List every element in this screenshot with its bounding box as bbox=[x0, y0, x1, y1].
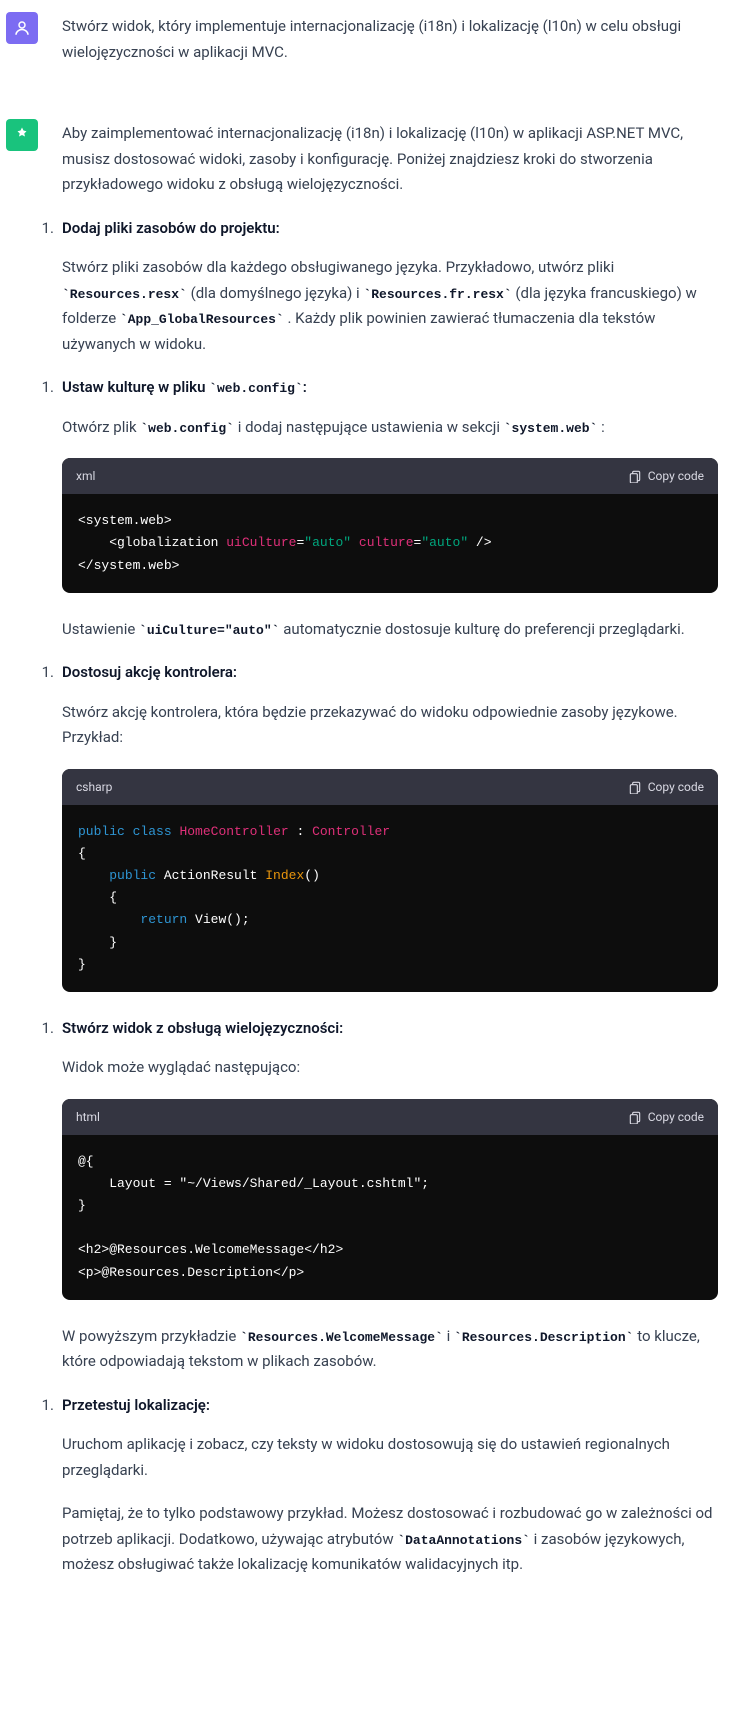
outro: Pamiętaj, że to tylko podstawowy przykła… bbox=[62, 1501, 718, 1578]
code-block-html: html Copy code @{ Layout = "~/Views/Shar… bbox=[62, 1099, 718, 1300]
clipboard-icon bbox=[628, 780, 642, 794]
step1-title: Dodaj pliki zasobów do projektu: bbox=[62, 219, 280, 237]
assistant-message: Aby zaimplementować internacjonalizację … bbox=[0, 107, 730, 1608]
bot-icon bbox=[13, 126, 31, 144]
copy-code-button[interactable]: Copy code bbox=[628, 466, 704, 486]
step2-text: Otwórz plik `web.config` i dodaj następu… bbox=[62, 415, 718, 441]
code-content: <system.web> <globalization uiCulture="a… bbox=[62, 494, 718, 592]
code-header: html Copy code bbox=[62, 1099, 718, 1135]
inline-code: `web.config` bbox=[140, 421, 234, 436]
person-icon bbox=[13, 19, 31, 37]
step4-text: Widok może wyglądać następująco: bbox=[62, 1055, 718, 1081]
assistant-body: Aby zaimplementować internacjonalizację … bbox=[62, 119, 718, 1596]
inline-code: `Resources.resx` bbox=[62, 287, 187, 302]
step5-title: Przetestuj lokalizację: bbox=[62, 1396, 210, 1414]
step2-title: Ustaw kulturę w pliku `web.config`: bbox=[62, 378, 307, 396]
clipboard-icon bbox=[628, 469, 642, 483]
user-avatar bbox=[6, 12, 38, 44]
user-message: Stwórz widok, który implementuje interna… bbox=[0, 0, 730, 77]
step5-heading: 1. Przetestuj lokalizację: bbox=[62, 1393, 718, 1419]
code-lang: html bbox=[76, 1107, 100, 1127]
code-lang: csharp bbox=[76, 777, 112, 797]
step4-title: Stwórz widok z obsługą wielojęzyczności: bbox=[62, 1019, 343, 1037]
inline-code: `DataAnnotations` bbox=[397, 1533, 530, 1548]
inline-code: `system.web` bbox=[504, 421, 598, 436]
assistant-avatar bbox=[6, 119, 38, 151]
user-text: Stwórz widok, który implementuje interna… bbox=[62, 12, 718, 65]
code-header: csharp Copy code bbox=[62, 769, 718, 805]
step3-heading: 1. Dostosuj akcję kontrolera: bbox=[62, 660, 718, 686]
clipboard-icon bbox=[628, 1110, 642, 1124]
inline-code: `Resources.WelcomeMessage` bbox=[240, 1330, 443, 1345]
code-content: public class HomeController : Controller… bbox=[62, 805, 718, 992]
step1-text: Stwórz pliki zasobów dla każdego obsługi… bbox=[62, 255, 718, 357]
code-content: @{ Layout = "~/Views/Shared/_Layout.csht… bbox=[62, 1135, 718, 1300]
inline-code: `uiCulture="auto"` bbox=[139, 623, 279, 638]
inline-code: `Resources.Description` bbox=[454, 1330, 633, 1345]
step5-text: Uruchom aplikację i zobacz, czy teksty w… bbox=[62, 1432, 718, 1483]
step4-heading: 1. Stwórz widok z obsługą wielojęzycznoś… bbox=[62, 1016, 718, 1042]
inline-code: `App_GlobalResources` bbox=[120, 312, 284, 327]
step3-title: Dostosuj akcję kontrolera: bbox=[62, 663, 237, 681]
copy-code-button[interactable]: Copy code bbox=[628, 1107, 704, 1127]
code-lang: xml bbox=[76, 466, 95, 486]
copy-code-button[interactable]: Copy code bbox=[628, 777, 704, 797]
inline-code: `Resources.fr.resx` bbox=[363, 287, 511, 302]
user-prompt: Stwórz widok, który implementuje interna… bbox=[62, 17, 681, 61]
step4-after: W powyższym przykładzie `Resources.Welco… bbox=[62, 1324, 718, 1375]
step2-after: Ustawienie `uiCulture="auto"` automatycz… bbox=[62, 617, 718, 643]
step3-text: Stwórz akcję kontrolera, która będzie pr… bbox=[62, 700, 718, 751]
code-block-xml: xml Copy code <system.web> <globalizatio… bbox=[62, 458, 718, 593]
code-header: xml Copy code bbox=[62, 458, 718, 494]
step2-heading: 1. Ustaw kulturę w pliku `web.config`: bbox=[62, 375, 718, 401]
code-block-csharp: csharp Copy code public class HomeContro… bbox=[62, 769, 718, 992]
step1-heading: 1. Dodaj pliki zasobów do projektu: bbox=[62, 216, 718, 242]
intro-paragraph: Aby zaimplementować internacjonalizację … bbox=[62, 121, 718, 198]
